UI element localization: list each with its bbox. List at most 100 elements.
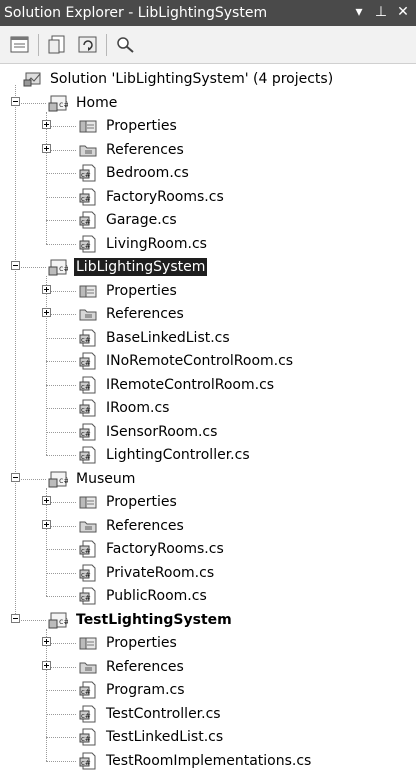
tree-item-properties[interactable]: Properties xyxy=(0,491,416,513)
tree-item-file[interactable]: c# Bedroom.cs xyxy=(0,162,416,184)
collapse-minus-icon[interactable] xyxy=(11,96,20,106)
properties-window-icon[interactable] xyxy=(8,34,32,56)
properties-folder-icon xyxy=(78,634,98,652)
csharp-project-icon: c# xyxy=(48,258,70,276)
tree-item-project[interactable]: c# LibLightingSystem xyxy=(0,256,416,278)
tree-item-properties[interactable]: Properties xyxy=(0,280,416,302)
svg-text:c#: c# xyxy=(81,759,91,767)
csharp-project-icon: c# xyxy=(48,94,70,112)
svg-text:c#: c# xyxy=(81,688,91,696)
tree-connector-line xyxy=(46,361,76,362)
csharp-file-icon: c# xyxy=(78,446,98,464)
tree-item-file[interactable]: c# FactoryRooms.cs xyxy=(0,186,416,208)
tree-item-file[interactable]: c# LivingRoom.cs xyxy=(0,233,416,255)
svg-text:c#: c# xyxy=(59,264,68,273)
tree-item-project[interactable]: c# Museum xyxy=(0,468,416,490)
tree-connector-line xyxy=(46,549,76,550)
window-position-dropdown-icon[interactable]: ▾ xyxy=(350,3,368,21)
tree-item-file[interactable]: c# Garage.cs xyxy=(0,209,416,231)
tree-item-properties[interactable]: Properties xyxy=(0,632,416,654)
expand-plus-icon[interactable] xyxy=(42,120,51,129)
tree-item-file[interactable]: c# ISensorRoom.cs xyxy=(0,421,416,443)
expand-plus-icon[interactable] xyxy=(42,143,51,153)
solution-tree: Solution 'LibLightingSystem' (4 projects… xyxy=(0,64,416,778)
tree-item-file[interactable]: c# IRemoteControlRoom.cs xyxy=(0,374,416,396)
tree-item-file[interactable]: c# PrivateRoom.cs xyxy=(0,562,416,584)
tree-item-file[interactable]: c# FactoryRooms.cs xyxy=(0,538,416,560)
tree-connector-line xyxy=(46,337,76,339)
tree-item-label: TestRoomImplementations.cs xyxy=(106,752,312,769)
tree-item-label: PrivateRoom.cs xyxy=(106,564,215,581)
svg-text:c#: c# xyxy=(81,218,91,226)
collapse-minus-icon[interactable] xyxy=(11,261,20,270)
collapse-minus-icon[interactable] xyxy=(11,472,20,482)
window-title: Solution Explorer - LibLightingSystem xyxy=(4,5,268,21)
tree-item-label: Bedroom.cs xyxy=(106,165,189,181)
tree-item-label: Program.cs xyxy=(106,682,185,698)
tree-connector-line xyxy=(46,572,76,574)
csharp-file-icon: c# xyxy=(78,329,98,347)
tree-item-properties[interactable]: Properties xyxy=(0,115,416,137)
expand-plus-icon[interactable] xyxy=(42,284,51,294)
tree-item-label: Garage.cs xyxy=(106,212,177,228)
tree-item-file[interactable]: c# LightingController.cs xyxy=(0,444,416,466)
svg-text:c#: c# xyxy=(59,100,68,109)
expand-plus-icon[interactable] xyxy=(42,496,51,505)
csharp-file-icon: c# xyxy=(78,705,98,723)
tree-connector-line xyxy=(46,690,76,691)
tree-item-label: LibLightingSystem xyxy=(74,258,208,276)
tree-item-references[interactable]: References xyxy=(0,303,416,325)
tree-connector-line xyxy=(46,408,76,409)
tree-item-label: References xyxy=(106,517,184,534)
close-icon[interactable]: ✕ xyxy=(394,3,412,21)
tree-item-label: TestLightingSystem xyxy=(76,611,232,628)
tree-item-file[interactable]: c# INoRemoteControlRoom.cs xyxy=(0,350,416,372)
tree-item-label: Properties xyxy=(106,118,177,134)
tree-item-label: BaseLinkedList.cs xyxy=(106,329,230,346)
toolbar-separator xyxy=(38,34,39,56)
tree-item-label: References xyxy=(106,306,184,322)
tree-item-label: INoRemoteControlRoom.cs xyxy=(106,353,294,369)
show-all-files-icon[interactable] xyxy=(46,34,70,56)
tree-item-file[interactable]: c# TestController.cs xyxy=(0,703,416,725)
tree-connector-line xyxy=(46,455,76,456)
tree-item-label: IRoom.cs xyxy=(106,400,170,416)
svg-text:c#: c# xyxy=(81,430,91,438)
csharp-file-icon: c# xyxy=(78,211,98,229)
tree-item-solution[interactable]: Solution 'LibLightingSystem' (4 projects… xyxy=(0,68,416,90)
tree-item-references[interactable]: References xyxy=(0,515,416,537)
properties-folder-icon xyxy=(78,117,98,135)
tree-item-label: References xyxy=(106,141,184,158)
tree-item-file[interactable]: c# IRoom.cs xyxy=(0,397,416,419)
csharp-file-icon: c# xyxy=(78,164,98,182)
csharp-file-icon: c# xyxy=(78,423,98,441)
svg-text:c#: c# xyxy=(81,571,91,579)
tree-item-file[interactable]: c# Program.cs xyxy=(0,679,416,701)
tree-item-project[interactable]: c# Home xyxy=(0,92,416,114)
tree-connector-line xyxy=(46,737,76,738)
svg-text:c#: c# xyxy=(81,383,91,391)
expand-plus-icon[interactable] xyxy=(42,660,51,670)
references-folder-icon xyxy=(78,141,98,159)
tree-item-file[interactable]: c# BaseLinkedList.cs xyxy=(0,327,416,349)
expand-plus-icon[interactable] xyxy=(42,637,51,646)
tree-connector-line xyxy=(46,220,76,221)
tree-item-project[interactable]: c# TestLightingSystem xyxy=(0,609,416,631)
auto-hide-pin-icon[interactable]: ⊥ xyxy=(372,3,390,21)
expand-plus-icon[interactable] xyxy=(42,519,51,529)
tree-item-file[interactable]: c# TestRoomImplementations.cs xyxy=(0,750,416,772)
tree-connector-line xyxy=(46,196,76,198)
svg-text:c#: c# xyxy=(81,547,91,555)
collapse-minus-icon[interactable] xyxy=(11,613,20,623)
view-class-diagram-icon[interactable] xyxy=(114,34,138,56)
tree-item-file[interactable]: c# TestLinkedList.cs xyxy=(0,726,416,748)
tree-item-references[interactable]: References xyxy=(0,139,416,161)
tree-item-references[interactable]: References xyxy=(0,656,416,678)
refresh-icon[interactable] xyxy=(76,34,100,56)
svg-text:c#: c# xyxy=(59,476,68,485)
references-folder-icon xyxy=(78,658,98,676)
svg-text:c#: c# xyxy=(81,712,91,720)
svg-text:c#: c# xyxy=(81,359,91,367)
tree-item-file[interactable]: c# PublicRoom.cs xyxy=(0,585,416,607)
expand-plus-icon[interactable] xyxy=(42,308,51,317)
